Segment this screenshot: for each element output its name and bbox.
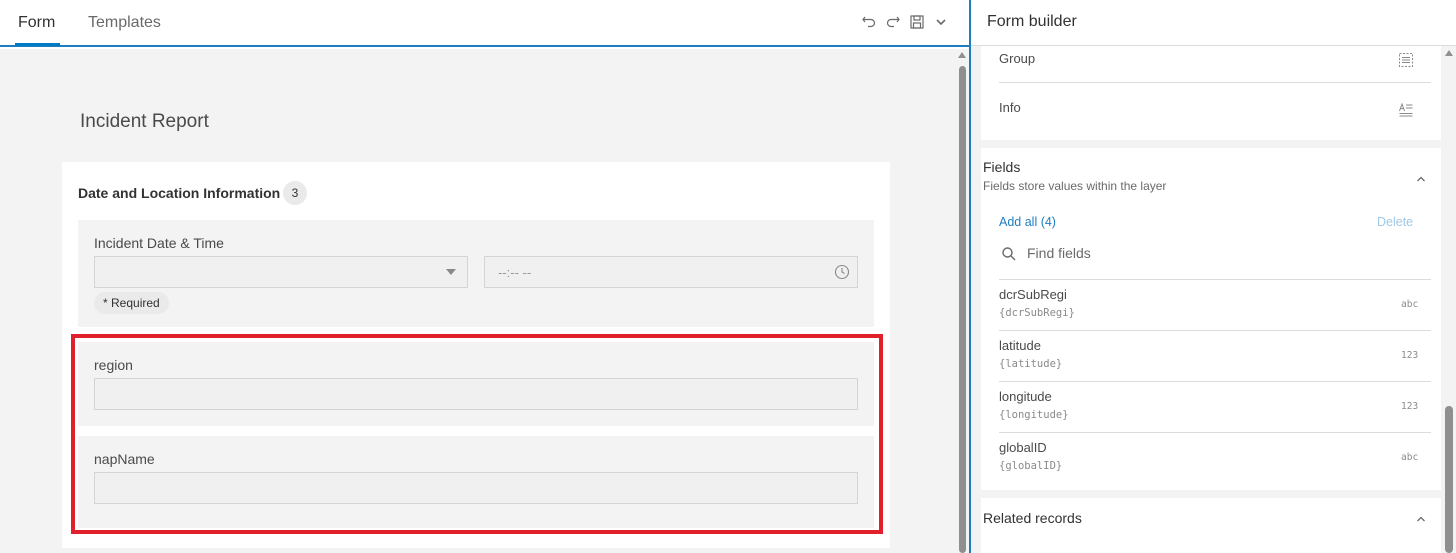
field-item-name[interactable]: globalID	[999, 440, 1047, 455]
time-input[interactable]: --:-- --	[484, 256, 858, 288]
scrollbar-thumb[interactable]	[1445, 406, 1453, 553]
field-type-123-icon: 123	[1401, 401, 1419, 412]
chevron-down-icon[interactable]	[932, 13, 950, 31]
tab-form[interactable]: Form	[14, 0, 61, 46]
field-item-key: {longitude}	[999, 409, 1069, 421]
group-count-badge: 3	[283, 181, 307, 205]
redo-icon[interactable]	[884, 13, 902, 31]
fields-card: Fields Fields store values within the la…	[981, 148, 1441, 490]
panel-scrollbar[interactable]	[1443, 46, 1456, 553]
elements-card: Group Info	[981, 46, 1441, 140]
field-item-name[interactable]: longitude	[999, 389, 1052, 404]
divider	[999, 330, 1431, 331]
time-placeholder: --:-- --	[498, 265, 532, 280]
panel-header: Form builder	[971, 0, 1456, 46]
save-icon[interactable]	[908, 13, 926, 31]
field-item-key: {globalID}	[999, 460, 1063, 472]
field-item-key: {latitude}	[999, 358, 1063, 370]
highlight-box	[71, 334, 883, 534]
form-editor-pane: Form Templates Incident Report Date and …	[0, 0, 969, 553]
text-info-icon	[1398, 101, 1414, 117]
delete-fields-link[interactable]: Delete	[1377, 215, 1413, 229]
dropdown-arrow-icon	[446, 269, 456, 275]
canvas-scrollbar[interactable]	[956, 49, 969, 553]
form-title: Incident Report	[80, 111, 209, 132]
divider	[999, 432, 1431, 433]
fields-collapse-chevron-icon[interactable]	[1415, 172, 1427, 184]
group-icon	[1398, 52, 1414, 68]
related-records-title: Related records	[983, 510, 1082, 526]
divider	[999, 82, 1431, 83]
divider	[999, 279, 1431, 280]
date-select[interactable]	[94, 256, 468, 288]
related-records-card[interactable]: Related records	[981, 498, 1441, 553]
field-type-123-icon: 123	[1401, 350, 1419, 361]
panel-title: Form builder	[987, 13, 1077, 30]
fields-section-subtitle: Fields store values within the layer	[983, 179, 1167, 193]
clock-icon[interactable]	[834, 264, 850, 280]
incident-datetime-label: Incident Date & Time	[94, 235, 224, 251]
fields-section-title: Fields	[983, 159, 1021, 175]
required-chip: * Required	[94, 292, 169, 314]
group-title: Date and Location Information	[78, 185, 281, 201]
form-builder-panel: Form builder Group Info Fields Fields st…	[969, 0, 1456, 553]
tab-bar: Form Templates	[0, 0, 969, 47]
field-type-abc-icon: abc	[1401, 452, 1419, 463]
related-collapse-chevron-icon[interactable]	[1415, 512, 1427, 524]
element-item-info[interactable]: Info	[999, 100, 1021, 115]
tab-templates[interactable]: Templates	[88, 0, 161, 45]
scroll-up-arrow[interactable]	[958, 52, 966, 58]
scrollbar-thumb[interactable]	[959, 66, 966, 553]
field-item-key: {dcrSubRegi}	[999, 307, 1075, 319]
field-item-name[interactable]: dcrSubRegi	[999, 287, 1067, 302]
field-item-name[interactable]: latitude	[999, 338, 1041, 353]
divider	[999, 381, 1431, 382]
search-icon	[1001, 246, 1017, 262]
add-all-fields-link[interactable]: Add all (4)	[999, 215, 1056, 229]
element-item-group[interactable]: Group	[999, 51, 1035, 66]
scroll-up-arrow[interactable]	[1445, 50, 1453, 56]
field-type-abc-icon: abc	[1401, 299, 1419, 310]
find-fields-input[interactable]	[1027, 242, 1407, 264]
undo-icon[interactable]	[860, 13, 878, 31]
